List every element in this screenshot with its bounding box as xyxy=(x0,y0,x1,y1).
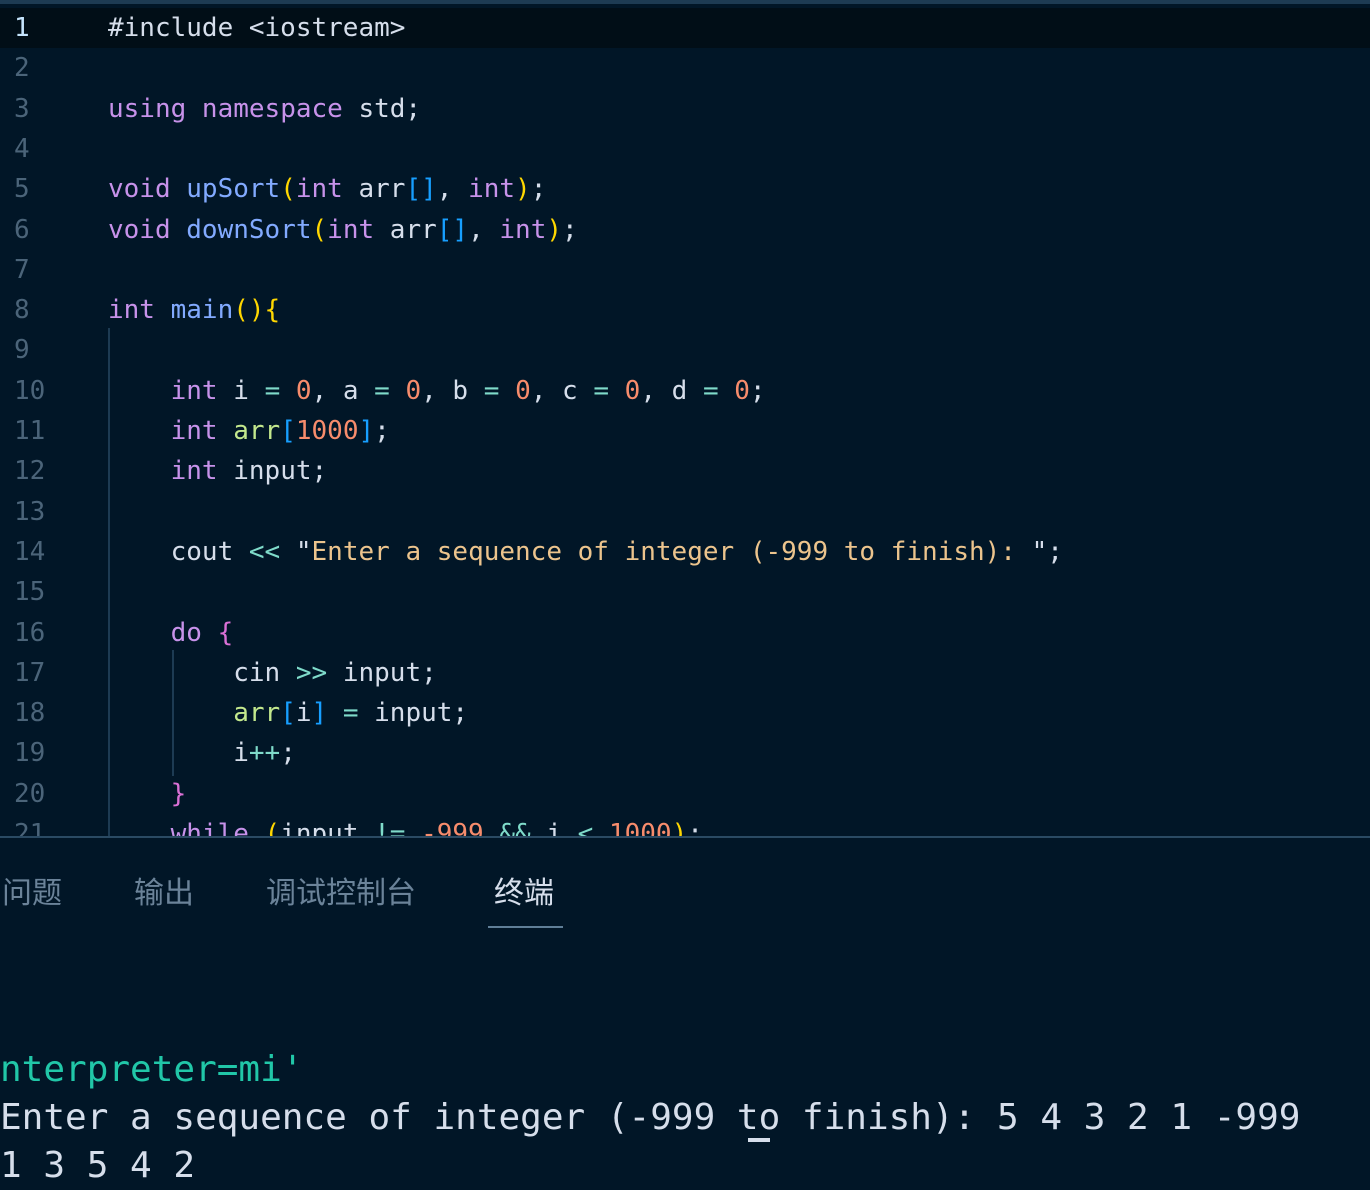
bottom-panel: 问题 输出 调试控制台 终端 nterpreter=mi' Enter a se… xyxy=(0,836,1370,1186)
code-text: void upSort(int arr[], int); xyxy=(108,174,547,205)
code-line[interactable]: 11 int arr[1000]; xyxy=(0,411,1370,451)
code-text: int i = 0, a = 0, b = 0, c = 0, d = 0; xyxy=(170,375,766,406)
line-number: 8 xyxy=(14,295,30,326)
line-number: 20 xyxy=(14,778,46,809)
line-number: 18 xyxy=(14,698,46,729)
code-line[interactable]: 18 arr[i] = input; xyxy=(0,693,1370,733)
code-line[interactable]: 8 int main(){ xyxy=(0,290,1370,330)
code-text: int arr[1000]; xyxy=(170,416,390,446)
code-line[interactable]: 13 xyxy=(0,492,1370,532)
code-line[interactable]: 14 cout << "Enter a sequence of integer … xyxy=(0,532,1370,572)
line-number: 11 xyxy=(14,416,46,446)
code-line[interactable]: 16 do { xyxy=(0,613,1370,653)
code-line[interactable]: 15 xyxy=(0,572,1370,612)
line-number: 13 xyxy=(14,496,46,527)
code-line[interactable]: 6 void downSort(int arr[], int); xyxy=(0,210,1370,250)
terminal-cursor xyxy=(748,1138,770,1142)
line-number: 3 xyxy=(14,93,30,124)
line-number: 15 xyxy=(14,577,46,608)
line-number: 12 xyxy=(14,456,46,487)
code-text: i++; xyxy=(233,738,296,769)
line-number: 21 xyxy=(14,819,46,836)
code-line[interactable]: 7 xyxy=(0,250,1370,290)
code-editor[interactable]: 1 #include <iostream> 2 3 using namespace st… xyxy=(0,0,1370,836)
code-line[interactable]: 3 using namespace std; xyxy=(0,89,1370,129)
code-line[interactable]: 12 int input; xyxy=(0,451,1370,491)
code-line[interactable]: 1 #include <iostream> xyxy=(0,8,1370,48)
terminal-line: Enter a sequence of integer (-999 to fin… xyxy=(0,1097,1301,1138)
code-line[interactable]: 4 xyxy=(0,129,1370,169)
tab-output[interactable]: 输出 xyxy=(134,868,194,912)
line-number: 9 xyxy=(14,335,30,366)
line-number: 1 xyxy=(14,13,30,43)
terminal-output[interactable]: nterpreter=mi' Enter a sequence of integ… xyxy=(0,998,1370,1190)
code-line[interactable]: 17 cin >> input; xyxy=(0,653,1370,693)
code-line[interactable]: 2 xyxy=(0,48,1370,88)
tab-terminal[interactable]: 终端 xyxy=(494,868,554,912)
line-number: 17 xyxy=(14,657,46,688)
line-number: 10 xyxy=(14,375,46,406)
code-text: int input; xyxy=(170,456,328,487)
code-line[interactable]: 5 void upSort(int arr[], int); xyxy=(0,169,1370,209)
code-line[interactable]: 20 } xyxy=(0,774,1370,814)
tab-problems[interactable]: 问题 xyxy=(2,868,62,912)
code-text: int main(){ xyxy=(108,295,281,326)
code-text: void downSort(int arr[], int); xyxy=(108,214,578,245)
code-line[interactable]: 19 i++; xyxy=(0,733,1370,773)
code-text: #include <iostream> xyxy=(108,13,406,43)
line-number: 19 xyxy=(14,738,46,769)
line-number: 4 xyxy=(14,133,30,164)
terminal-line: 1 3 5 4 2 xyxy=(0,1145,196,1186)
code-line[interactable]: 10 int i = 0, a = 0, b = 0, c = 0, d = 0… xyxy=(0,371,1370,411)
code-text: } xyxy=(170,778,187,809)
line-number: 2 xyxy=(14,53,30,84)
code-text: cin >> input; xyxy=(233,657,437,688)
code-line[interactable]: 9 xyxy=(0,330,1370,370)
line-number: 6 xyxy=(14,214,30,245)
code-text: do { xyxy=(170,617,234,648)
line-number: 7 xyxy=(14,254,30,285)
line-number: 14 xyxy=(14,536,46,567)
terminal-line: nterpreter=mi' xyxy=(0,1049,304,1090)
panel-tabs: 问题 输出 调试控制台 终端 xyxy=(0,838,1370,928)
code-text: while (input != -999 && i < 1000); xyxy=(170,819,703,836)
code-line[interactable]: 21 while (input != -999 && i < 1000); xyxy=(0,814,1370,836)
active-tab-indicator xyxy=(488,926,563,928)
line-number: 5 xyxy=(14,174,30,205)
code-text: using namespace std; xyxy=(108,93,422,124)
tab-debug-console[interactable]: 调试控制台 xyxy=(266,868,416,912)
line-number: 16 xyxy=(14,617,46,648)
code-text: cout << "Enter a sequence of integer (-9… xyxy=(170,536,1063,567)
code-text: arr[i] = input; xyxy=(233,698,469,729)
